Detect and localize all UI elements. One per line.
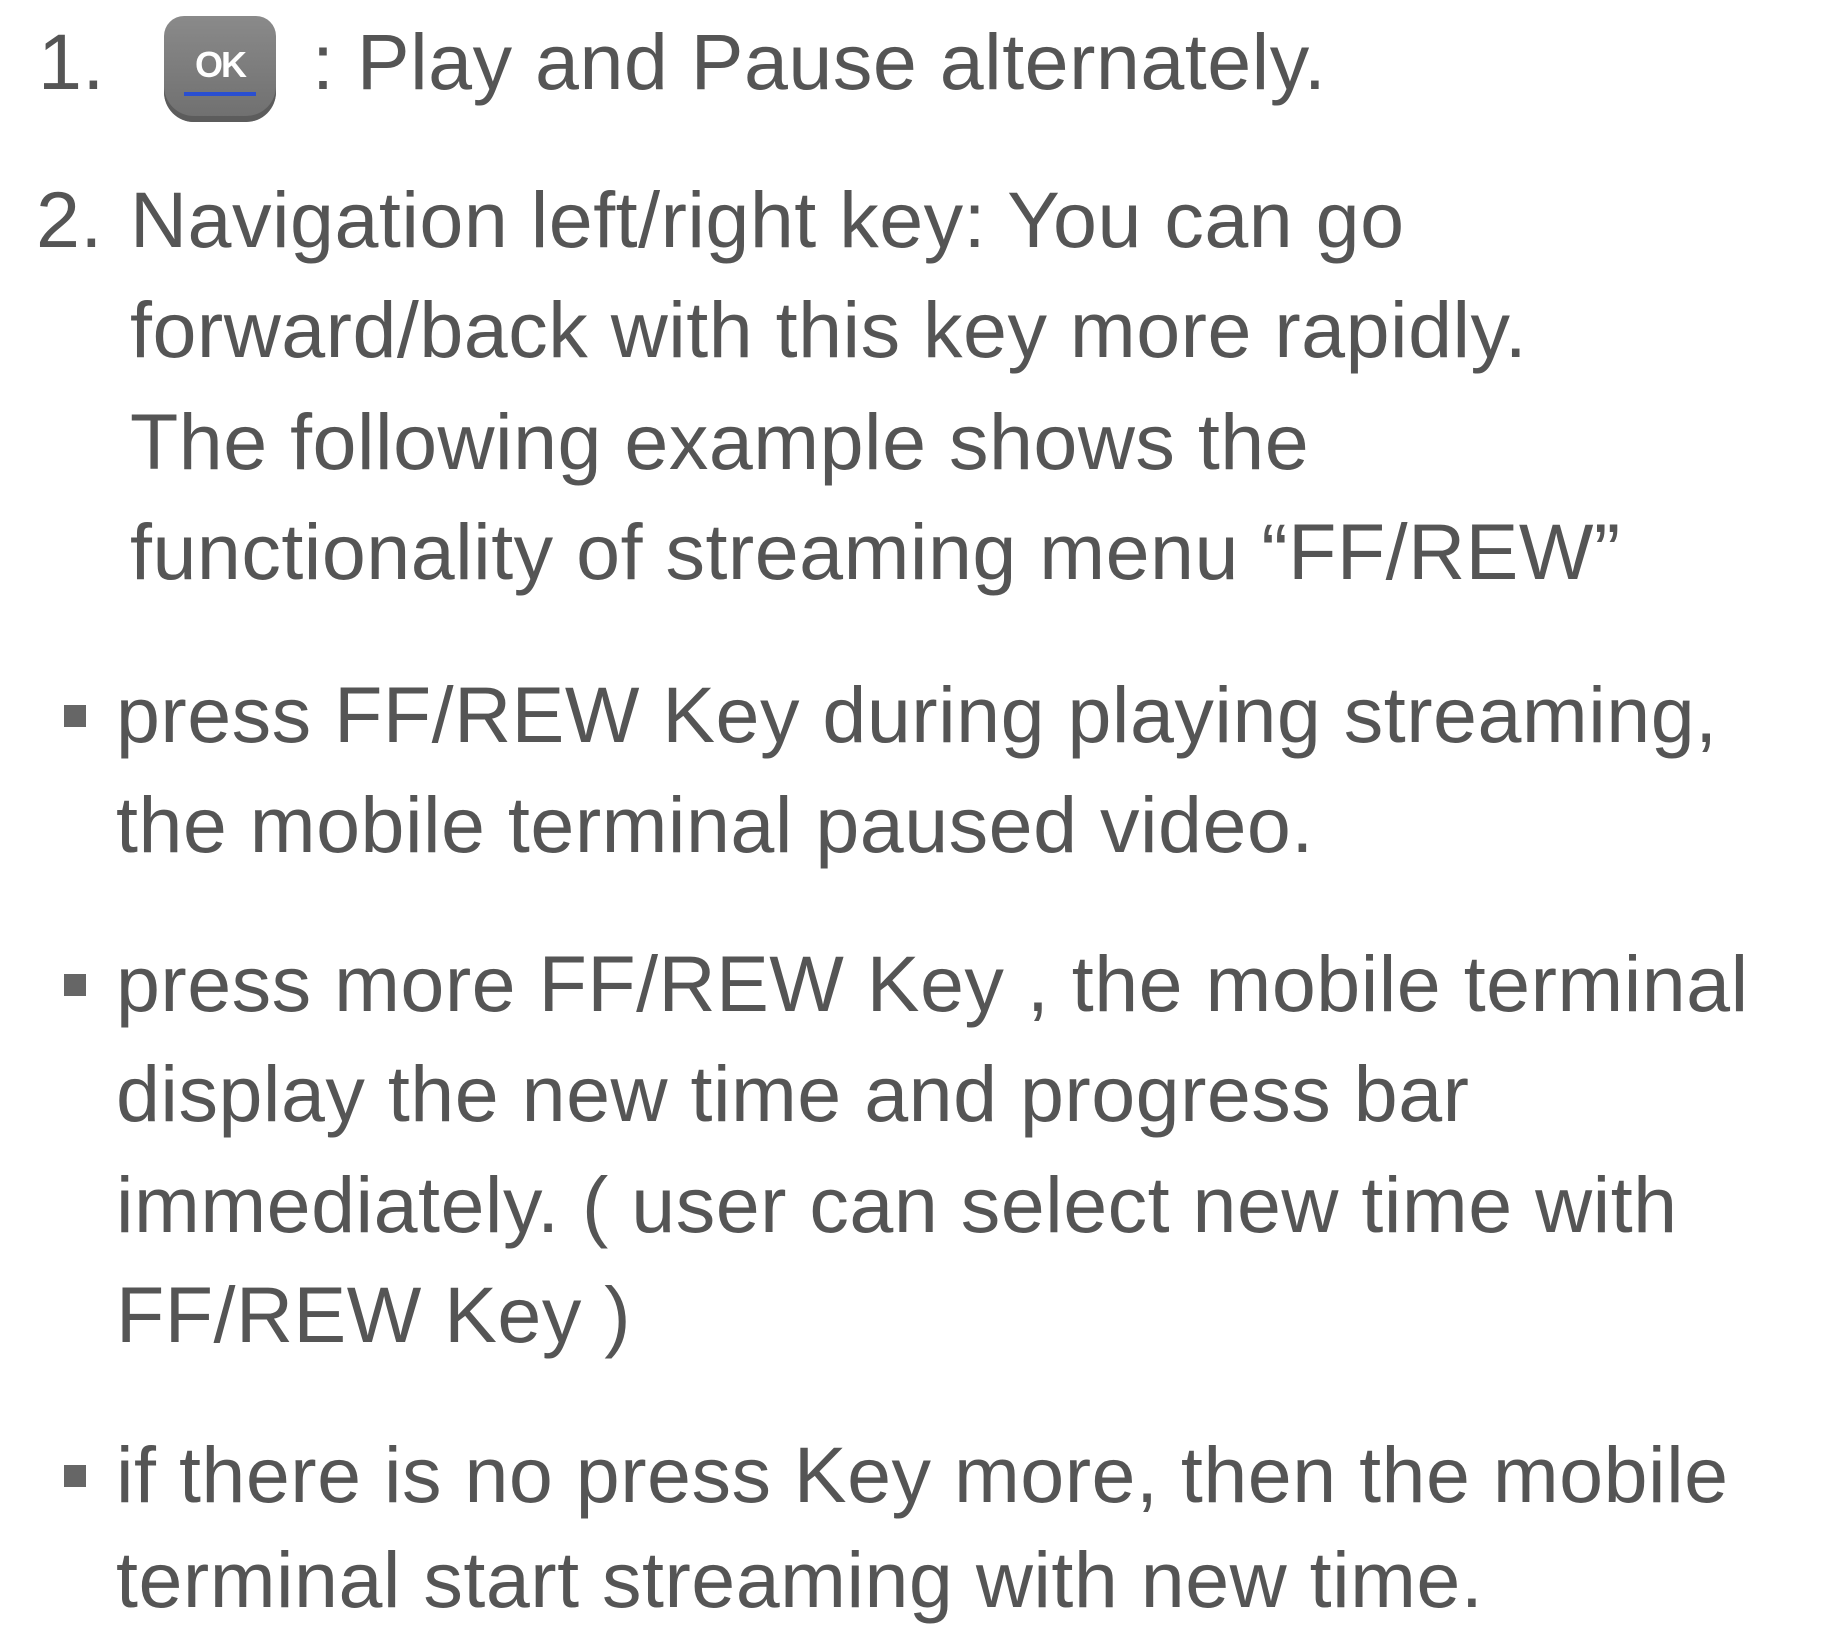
bullet-2-line-4: FF/REW Key ) <box>116 1270 632 1359</box>
ok-key-underline <box>184 92 256 96</box>
item-1-number: 1. <box>38 17 105 106</box>
bullet-1-line-1: press FF/REW Key during playing streamin… <box>116 670 1718 759</box>
bullet-3-line-2: terminal start streaming with new time. <box>116 1535 1484 1624</box>
item-2-line-3: The following example shows the <box>130 397 1310 486</box>
bullet-3-line-1: if there is no press Key more, then the … <box>116 1430 1729 1519</box>
ok-key-icon: OK <box>164 16 276 122</box>
item-2-line-2: forward/back with this key more rapidly. <box>130 285 1528 374</box>
item-2-line-1: Navigation left/right key: You can go <box>130 175 1405 264</box>
instructions-page: 1. OK : Play and Pause alternately. 2. N… <box>0 0 1840 1624</box>
bullet-marker-1 <box>64 705 86 727</box>
bullet-2-line-1: press more FF/REW Key , the mobile termi… <box>116 939 1749 1028</box>
bullet-2-line-2: display the new time and progress bar <box>116 1049 1470 1138</box>
bullet-marker-2 <box>64 974 86 996</box>
item-1-text: : Play and Pause alternately. <box>312 17 1327 106</box>
item-2-line-4: functionality of streaming menu “FF/REW” <box>130 507 1621 596</box>
bullet-2-line-3: immediately. ( user can select new time … <box>116 1160 1678 1249</box>
bullet-1-line-2: the mobile terminal paused video. <box>116 780 1314 869</box>
bullet-marker-3 <box>64 1465 86 1487</box>
item-2-number: 2. <box>36 175 103 264</box>
ok-key-label: OK <box>195 44 247 85</box>
